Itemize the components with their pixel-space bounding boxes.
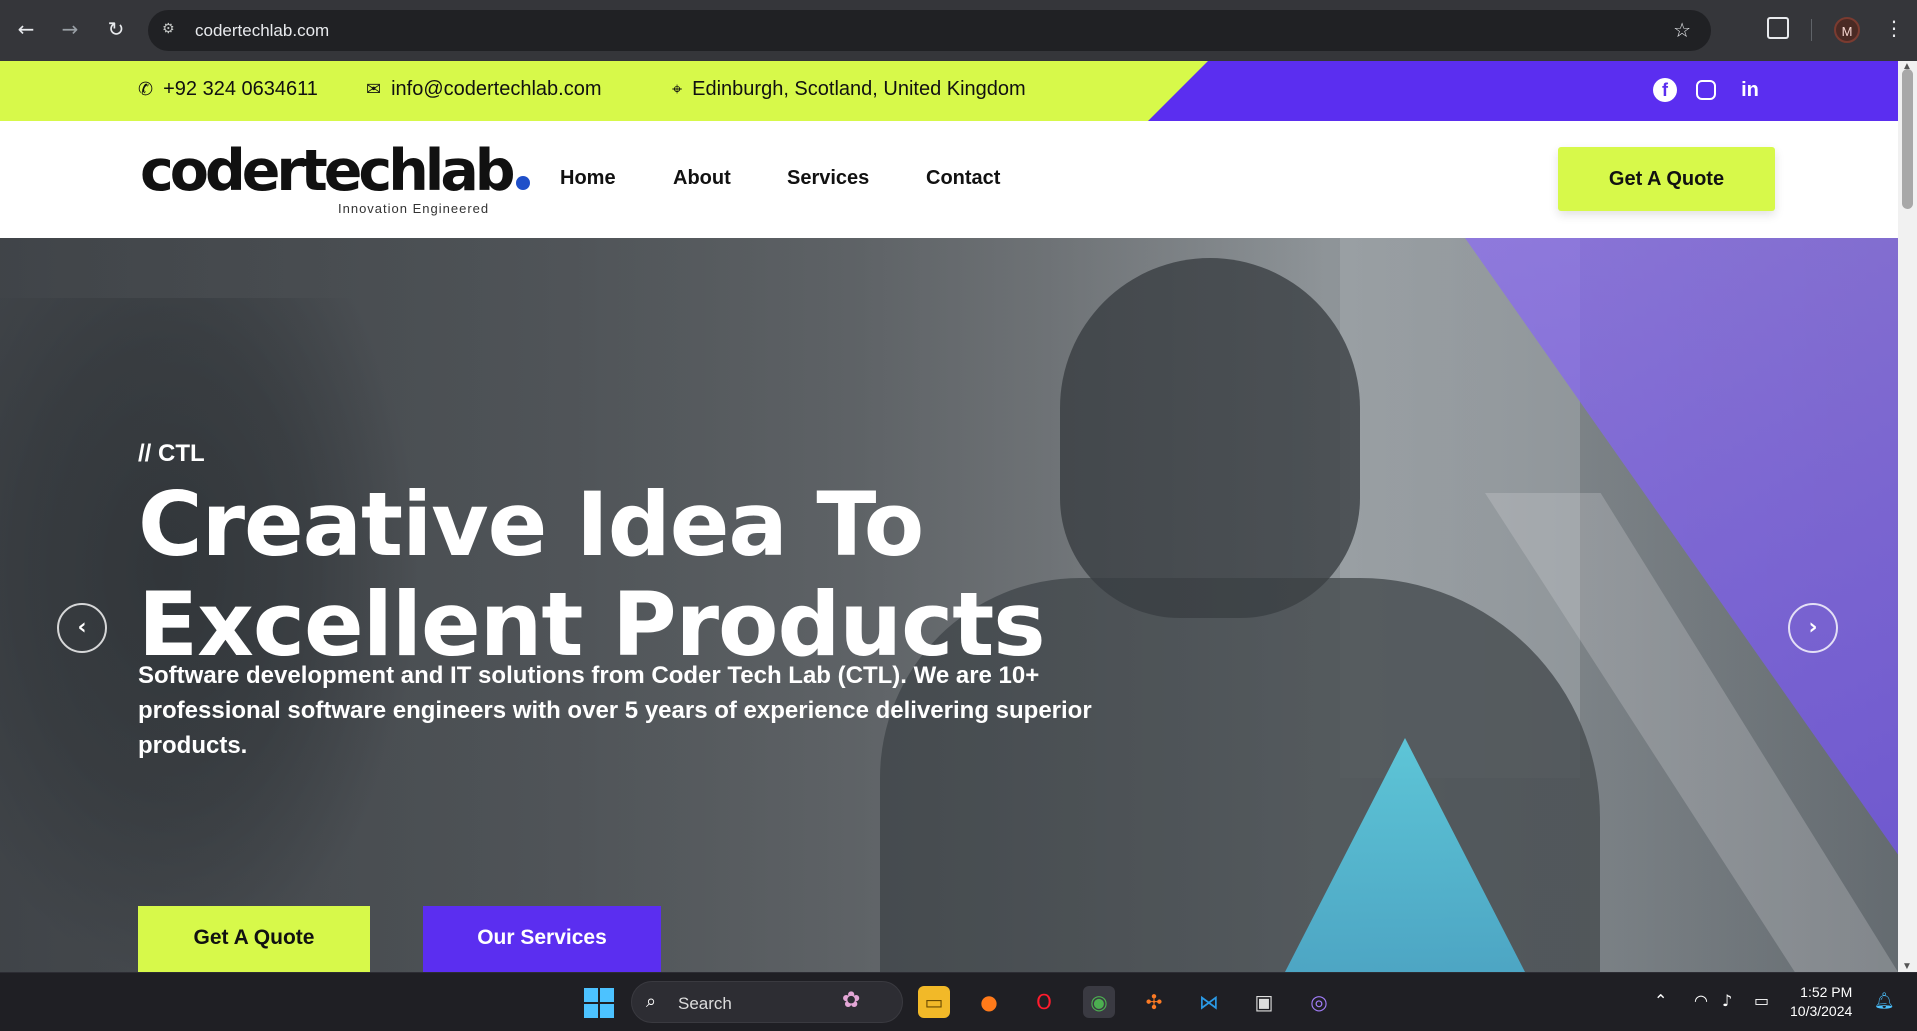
- page-viewport: ✆ +92 324 0634611 ✉ info@codertechlab.co…: [0, 61, 1898, 972]
- browser-toolbar: ← → ↻ ⚙ codertechlab.com ☆ M ⋮: [0, 0, 1917, 61]
- taskbar-search-label: Search: [678, 994, 732, 1013]
- search-icon: ⌕: [646, 991, 657, 1012]
- windows-taskbar: ⌕ Search ✿ ▭ ● O ◉ ✣ ⋈ ▣ ◎ ⌃ ◠ ♪ ▭ 1:52 …: [0, 972, 1917, 1031]
- address-bar[interactable]: ⚙ codertechlab.com ☆: [148, 10, 1711, 51]
- volume-icon[interactable]: ♪: [1722, 991, 1732, 1010]
- xampp-icon[interactable]: ✣: [1138, 986, 1170, 1018]
- header-quote-button[interactable]: Get A Quote: [1558, 147, 1775, 211]
- logo-dot: [515, 176, 530, 190]
- nav-contact[interactable]: Contact: [926, 167, 1000, 190]
- email-contact[interactable]: ✉ info@codertechlab.com: [366, 78, 602, 101]
- terminal-icon[interactable]: ▣: [1248, 986, 1280, 1018]
- facebook-icon[interactable]: f: [1653, 78, 1677, 102]
- notification-bell-icon[interactable]: 🔔︎: [1874, 991, 1894, 1010]
- tray-chevron-icon[interactable]: ⌃: [1654, 991, 1667, 1010]
- battery-icon[interactable]: ▭: [1754, 991, 1769, 1010]
- hero-slider: // CTL Creative Idea To Excellent Produc…: [0, 238, 1898, 972]
- logo-wordmark: codertechlab: [140, 138, 516, 204]
- contact-topbar: ✆ +92 324 0634611 ✉ info@codertechlab.co…: [0, 61, 1898, 121]
- site-settings-icon[interactable]: ⚙: [162, 21, 180, 39]
- site-logo[interactable]: codertechlab Innovation Engineered: [140, 138, 530, 216]
- search-highlight-icon: ✿: [842, 988, 861, 1013]
- slider-next-icon[interactable]: ›: [1788, 603, 1838, 653]
- browser-menu-icon[interactable]: ⋮: [1884, 16, 1904, 40]
- location-contact: ⌖ Edinburgh, Scotland, United Kingdom: [672, 78, 1026, 101]
- extensions-icon[interactable]: [1767, 17, 1789, 39]
- hero-kicker: // CTL: [138, 440, 205, 467]
- map-pin-icon: ⌖: [672, 79, 683, 100]
- logo-tagline: Innovation Engineered: [338, 201, 490, 216]
- forward-icon[interactable]: →: [56, 15, 84, 43]
- phone-text: +92 324 0634611: [163, 78, 318, 100]
- email-text: info@codertechlab.com: [391, 78, 602, 100]
- reload-icon[interactable]: ↻: [102, 15, 130, 43]
- windows-start-icon[interactable]: [584, 988, 614, 1018]
- slider-prev-icon[interactable]: ‹: [57, 603, 107, 653]
- hero-title: Creative Idea To Excellent Products: [138, 475, 1238, 675]
- nav-home[interactable]: Home: [560, 167, 616, 190]
- nav-services[interactable]: Services: [787, 167, 869, 190]
- back-icon[interactable]: ←: [12, 15, 40, 43]
- nav-about[interactable]: About: [673, 167, 731, 190]
- chrome-icon[interactable]: ◉: [1083, 986, 1115, 1018]
- topbar-accent: [1148, 61, 1898, 121]
- firefox-icon[interactable]: ●: [973, 986, 1005, 1018]
- scroll-down-icon[interactable]: ▼: [1902, 961, 1912, 972]
- opera-icon[interactable]: O: [1028, 986, 1060, 1018]
- clock-date: 10/3/2024: [1790, 1003, 1853, 1019]
- file-explorer-icon[interactable]: ▭: [918, 986, 950, 1018]
- scrollbar-thumb[interactable]: [1902, 69, 1913, 209]
- toolbar-divider: [1811, 19, 1812, 41]
- vscode-icon[interactable]: ⋈: [1193, 986, 1225, 1018]
- taskbar-search[interactable]: ⌕ Search ✿: [631, 981, 903, 1023]
- hero-services-button[interactable]: Our Services: [423, 906, 661, 972]
- url-text[interactable]: codertechlab.com: [195, 21, 329, 41]
- site-header: codertechlab Innovation Engineered Home …: [0, 121, 1898, 238]
- bookmark-star-icon[interactable]: ☆: [1673, 18, 1691, 42]
- location-text: Edinburgh, Scotland, United Kingdom: [692, 78, 1026, 100]
- linkedin-icon[interactable]: in: [1738, 78, 1762, 102]
- wifi-icon[interactable]: ◠: [1694, 991, 1708, 1010]
- github-desktop-icon[interactable]: ◎: [1303, 986, 1335, 1018]
- profile-avatar[interactable]: M: [1834, 17, 1860, 43]
- clock-time: 1:52 PM: [1800, 984, 1853, 1000]
- phone-contact[interactable]: ✆ +92 324 0634611: [138, 78, 318, 101]
- phone-icon: ✆: [138, 79, 154, 100]
- envelope-icon: ✉: [366, 79, 382, 100]
- hero-quote-button[interactable]: Get A Quote: [138, 906, 370, 972]
- taskbar-clock[interactable]: 1:52 PM 10/3/2024: [1790, 983, 1852, 1021]
- instagram-icon[interactable]: [1696, 80, 1716, 100]
- hero-title-line1: Creative Idea To: [138, 473, 924, 576]
- hero-description: Software development and IT solutions fr…: [138, 662, 1092, 759]
- page-scrollbar[interactable]: ▲ ▼: [1898, 61, 1917, 972]
